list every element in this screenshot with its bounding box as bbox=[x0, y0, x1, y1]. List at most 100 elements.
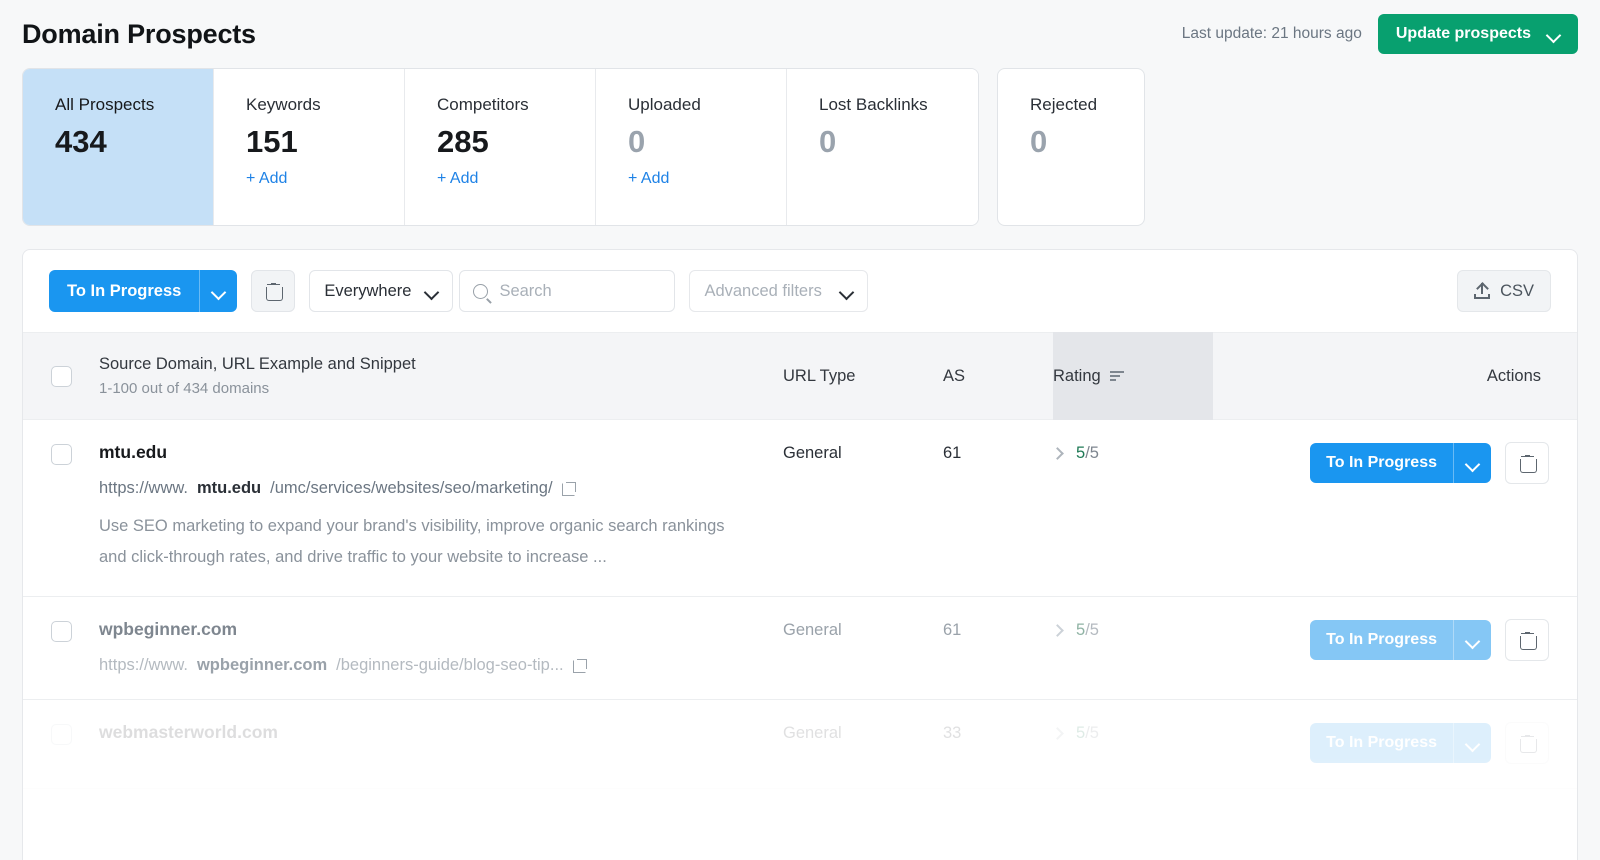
row-url-type-cell: General bbox=[783, 722, 943, 743]
tab-value: 151 bbox=[246, 125, 404, 159]
chevron-down-icon bbox=[212, 285, 225, 298]
row-actions-cell: To In Progress bbox=[1213, 619, 1577, 661]
row-url-prefix: https://www. bbox=[99, 479, 188, 498]
page-title: Domain Prospects bbox=[22, 19, 256, 50]
pagination-summary: 1-100 out of 434 domains bbox=[99, 380, 783, 397]
table-row[interactable]: wpbeginner.com https://www.wpbeginner.co… bbox=[23, 597, 1577, 700]
chevron-right-icon[interactable] bbox=[1051, 727, 1064, 740]
tab-value: 0 bbox=[1030, 125, 1144, 159]
metric-tabs: All Prospects 434 Keywords 151 + Add Com… bbox=[0, 68, 1600, 233]
row-status-button[interactable]: To In Progress bbox=[1310, 723, 1491, 763]
row-rating-cell: 5/5 bbox=[1053, 619, 1213, 640]
upload-icon bbox=[1474, 283, 1490, 299]
advanced-filters-label: Advanced filters bbox=[704, 282, 821, 301]
scope-select[interactable]: Everywhere bbox=[309, 270, 453, 312]
bulk-status-button[interactable]: To In Progress bbox=[49, 270, 237, 312]
header-url-type[interactable]: URL Type bbox=[783, 367, 943, 386]
trash-icon bbox=[266, 283, 281, 300]
update-prospects-label: Update prospects bbox=[1396, 25, 1531, 43]
header-domain: Source Domain, URL Example and Snippet 1… bbox=[99, 355, 783, 397]
chevron-right-icon[interactable] bbox=[1051, 624, 1064, 637]
header-as[interactable]: AS bbox=[943, 367, 1053, 386]
tab-competitors[interactable]: Competitors 285 + Add bbox=[405, 69, 596, 225]
row-url-type: General bbox=[783, 442, 943, 463]
row-status-dropdown-toggle[interactable] bbox=[1453, 443, 1491, 483]
row-select-cell bbox=[23, 442, 99, 465]
update-prospects-button[interactable]: Update prospects bbox=[1378, 14, 1578, 54]
search-icon bbox=[473, 284, 488, 299]
add-keywords-link[interactable]: + Add bbox=[246, 170, 404, 188]
row-delete-button[interactable] bbox=[1505, 442, 1549, 484]
row-url-domain: mtu.edu bbox=[197, 479, 261, 498]
row-url-type-cell: General bbox=[783, 619, 943, 640]
page-header: Domain Prospects Last update: 21 hours a… bbox=[0, 0, 1600, 68]
row-status-button[interactable]: To In Progress bbox=[1310, 443, 1491, 483]
header-actions: Actions bbox=[1213, 367, 1577, 386]
row-domain-name[interactable]: wpbeginner.com bbox=[99, 619, 783, 640]
header-rating-label: Rating bbox=[1053, 367, 1101, 386]
tab-uploaded[interactable]: Uploaded 0 + Add bbox=[596, 69, 787, 225]
row-status-dropdown-toggle[interactable] bbox=[1453, 723, 1491, 763]
row-domain-name[interactable]: webmasterworld.com bbox=[99, 722, 783, 743]
tab-keywords[interactable]: Keywords 151 + Add bbox=[214, 69, 405, 225]
row-rating-score: 5 bbox=[1076, 621, 1085, 639]
tab-all-prospects[interactable]: All Prospects 434 bbox=[23, 69, 214, 225]
row-url-suffix: /beginners-guide/blog-seo-tip... bbox=[336, 656, 563, 675]
table-row[interactable]: webmasterworld.com General 33 5/5 To In … bbox=[23, 700, 1577, 789]
row-actions-cell: To In Progress bbox=[1213, 442, 1577, 484]
row-rating: 5/5 bbox=[1076, 444, 1099, 463]
add-competitors-link[interactable]: + Add bbox=[437, 170, 595, 188]
export-csv-label: CSV bbox=[1500, 282, 1534, 301]
last-update-text: Last update: 21 hours ago bbox=[1182, 25, 1362, 43]
table-toolbar: To In Progress Everywhere Advanced filte… bbox=[23, 250, 1577, 332]
chevron-down-icon bbox=[425, 285, 438, 298]
tab-label: All Prospects bbox=[55, 95, 213, 115]
search-field[interactable] bbox=[459, 270, 675, 312]
chevron-down-icon bbox=[1466, 634, 1479, 647]
bulk-status-dropdown-toggle[interactable] bbox=[199, 270, 237, 312]
row-url-suffix: /umc/services/websites/seo/marketing/ bbox=[270, 479, 552, 498]
row-rating-score: 5 bbox=[1076, 724, 1085, 742]
row-status-dropdown-toggle[interactable] bbox=[1453, 620, 1491, 660]
row-rating: 5/5 bbox=[1076, 621, 1099, 640]
search-input[interactable] bbox=[499, 282, 661, 301]
chevron-right-icon[interactable] bbox=[1051, 447, 1064, 460]
row-delete-button[interactable] bbox=[1505, 722, 1549, 764]
external-link-icon[interactable] bbox=[573, 659, 587, 673]
row-domain-cell: webmasterworld.com bbox=[99, 722, 783, 743]
row-delete-button[interactable] bbox=[1505, 619, 1549, 661]
tab-label: Rejected bbox=[1030, 95, 1144, 115]
advanced-filters-dropdown[interactable]: Advanced filters bbox=[689, 270, 867, 312]
row-as: 33 bbox=[943, 722, 1053, 743]
row-url-type: General bbox=[783, 619, 943, 640]
tab-label: Lost Backlinks bbox=[819, 95, 978, 115]
row-as-cell: 33 bbox=[943, 722, 1053, 743]
sort-descending-icon bbox=[1110, 371, 1124, 382]
tab-lost-backlinks[interactable]: Lost Backlinks 0 bbox=[787, 69, 978, 225]
row-url-type-cell: General bbox=[783, 442, 943, 463]
scope-select-value: Everywhere bbox=[324, 282, 411, 301]
header-actions-label: Actions bbox=[1487, 367, 1541, 385]
header-rating[interactable]: Rating bbox=[1053, 332, 1213, 420]
add-uploaded-link[interactable]: + Add bbox=[628, 170, 786, 188]
row-domain-name[interactable]: mtu.edu bbox=[99, 442, 783, 463]
chevron-down-icon bbox=[1466, 457, 1479, 470]
select-all-checkbox[interactable] bbox=[51, 366, 72, 387]
header-url-type-label: URL Type bbox=[783, 367, 855, 385]
row-rating: 5/5 bbox=[1076, 724, 1099, 743]
table-row[interactable]: mtu.edu https://www. mtu.edu/umc/services… bbox=[23, 420, 1577, 597]
row-snippet: Use SEO marketing to expand your brand's… bbox=[99, 511, 739, 572]
row-checkbox[interactable] bbox=[51, 724, 72, 745]
header-actions: Last update: 21 hours ago Update prospec… bbox=[1182, 14, 1578, 54]
tab-rejected[interactable]: Rejected 0 bbox=[997, 68, 1145, 226]
prospects-card: To In Progress Everywhere Advanced filte… bbox=[22, 249, 1578, 860]
bulk-delete-button[interactable] bbox=[251, 270, 295, 312]
row-rating-score: 5 bbox=[1076, 444, 1085, 462]
row-checkbox[interactable] bbox=[51, 621, 72, 642]
external-link-icon[interactable] bbox=[562, 482, 576, 496]
row-status-button[interactable]: To In Progress bbox=[1310, 620, 1491, 660]
row-checkbox[interactable] bbox=[51, 444, 72, 465]
table-header-row: Source Domain, URL Example and Snippet 1… bbox=[23, 332, 1577, 420]
row-rating-total: /5 bbox=[1085, 621, 1099, 639]
export-csv-button[interactable]: CSV bbox=[1457, 270, 1551, 312]
